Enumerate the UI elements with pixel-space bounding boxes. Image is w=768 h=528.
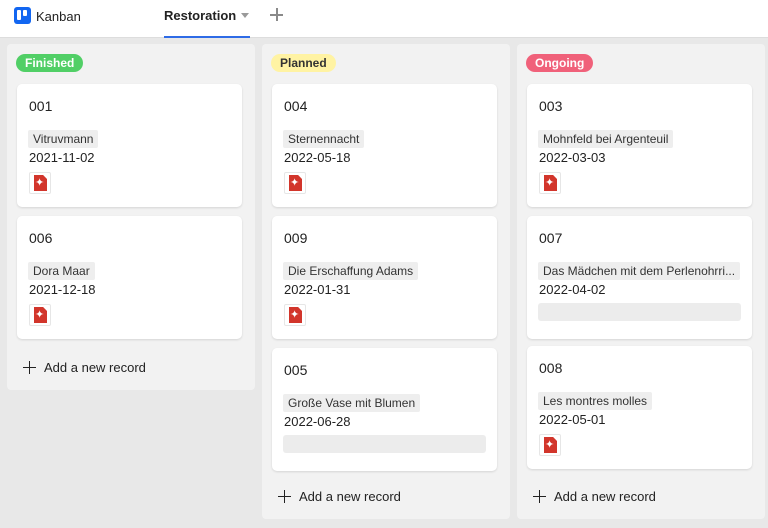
tab-restoration[interactable]: Restoration xyxy=(164,0,250,38)
record-id: 008 xyxy=(539,360,563,376)
top-bar: Kanban Restoration xyxy=(0,0,768,38)
record-title: Mohnfeld bei Argenteuil xyxy=(538,130,674,148)
column-planned: Planned 004 Sternennacht 2022-05-18 009 … xyxy=(262,44,510,519)
tab-label: Restoration xyxy=(164,8,237,23)
pdf-icon[interactable] xyxy=(284,304,306,326)
empty-attachment-field[interactable] xyxy=(283,435,486,453)
record-card[interactable]: 001 Vitruvmann 2021-11-02 xyxy=(17,84,242,207)
add-record-button[interactable]: Add a new record xyxy=(278,486,438,508)
pdf-icon[interactable] xyxy=(539,172,561,194)
add-view-icon[interactable] xyxy=(268,6,286,24)
status-badge: Ongoing xyxy=(526,54,594,72)
record-card[interactable]: 006 Dora Maar 2021-12-18 xyxy=(17,216,242,339)
record-title: Les montres molles xyxy=(538,392,653,410)
record-date: 2022-03-03 xyxy=(539,150,606,165)
record-id: 009 xyxy=(284,230,308,246)
caret-down-icon[interactable] xyxy=(241,13,249,18)
record-id: 005 xyxy=(284,362,308,378)
record-id: 006 xyxy=(29,230,53,246)
plus-icon xyxy=(533,490,546,503)
record-title: Das Mädchen mit dem Perlenohrri... xyxy=(538,262,741,280)
pdf-icon[interactable] xyxy=(284,172,306,194)
record-card[interactable]: 003 Mohnfeld bei Argenteuil 2022-03-03 xyxy=(527,84,752,207)
add-record-label: Add a new record xyxy=(44,360,146,375)
add-record-label: Add a new record xyxy=(554,489,656,504)
plus-icon xyxy=(278,490,291,503)
column-finished: Finished 001 Vitruvmann 2021-11-02 006 D… xyxy=(7,44,255,390)
record-card[interactable]: 009 Die Erschaffung Adams 2022-01-31 xyxy=(272,216,497,339)
record-date: 2021-11-02 xyxy=(29,150,95,165)
record-id: 004 xyxy=(284,98,308,114)
record-title: Die Erschaffung Adams xyxy=(283,262,419,280)
record-card[interactable]: 004 Sternennacht 2022-05-18 xyxy=(272,84,497,207)
add-record-label: Add a new record xyxy=(299,489,401,504)
column-ongoing: Ongoing 003 Mohnfeld bei Argenteuil 2022… xyxy=(517,44,765,519)
record-date: 2022-04-02 xyxy=(539,282,606,297)
record-title: Dora Maar xyxy=(28,262,95,280)
record-card[interactable]: 005 Große Vase mit Blumen 2022-06-28 xyxy=(272,348,497,471)
pdf-icon[interactable] xyxy=(29,304,51,326)
add-record-button[interactable]: Add a new record xyxy=(23,357,183,379)
pdf-icon[interactable] xyxy=(29,172,51,194)
app-name: Kanban xyxy=(36,9,81,24)
record-title: Große Vase mit Blumen xyxy=(283,394,421,412)
empty-attachment-field[interactable] xyxy=(538,303,741,321)
record-date: 2022-06-28 xyxy=(284,414,351,429)
record-card[interactable]: 008 Les montres molles 2022-05-01 xyxy=(527,346,752,469)
record-card[interactable]: 007 Das Mädchen mit dem Perlenohrri... 2… xyxy=(527,216,752,339)
record-id: 003 xyxy=(539,98,563,114)
record-date: 2022-05-18 xyxy=(284,150,351,165)
record-title: Vitruvmann xyxy=(28,130,99,148)
pdf-icon[interactable] xyxy=(539,434,561,456)
record-date: 2022-01-31 xyxy=(284,282,351,297)
add-record-button[interactable]: Add a new record xyxy=(533,486,693,508)
record-title: Sternennacht xyxy=(283,130,365,148)
record-date: 2021-12-18 xyxy=(29,282,96,297)
kanban-board-icon xyxy=(14,7,31,24)
record-date: 2022-05-01 xyxy=(539,412,606,427)
status-badge: Planned xyxy=(271,54,336,72)
record-id: 007 xyxy=(539,230,563,246)
plus-icon xyxy=(23,361,36,374)
record-id: 001 xyxy=(29,98,53,114)
status-badge: Finished xyxy=(16,54,84,72)
